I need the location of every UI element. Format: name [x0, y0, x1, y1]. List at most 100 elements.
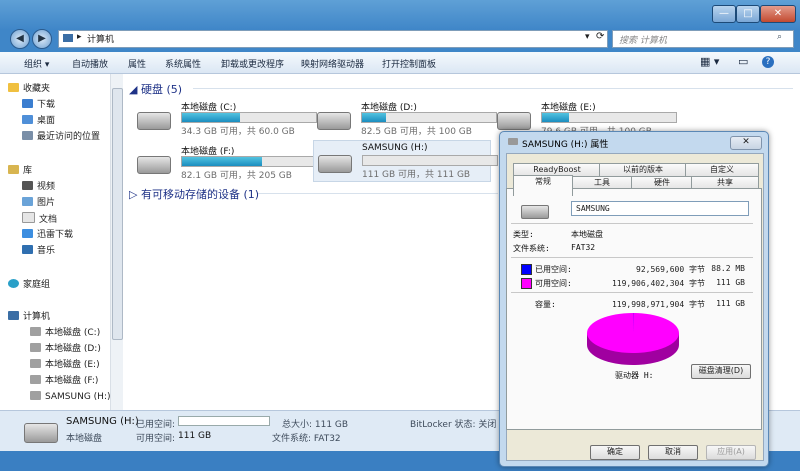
desktop-icon [22, 115, 33, 124]
windows-drive-icon [137, 112, 171, 130]
drive-c[interactable]: 本地磁盘 (C:) 34.3 GB 可用，共 60.0 GB [133, 98, 317, 138]
drive-title-icon [508, 138, 518, 145]
drive-h[interactable]: SAMSUNG (H:) 111 GB 可用，共 111 GB [313, 140, 498, 182]
usage-bar [361, 112, 497, 123]
file-system-label: 文件系统: [513, 244, 550, 253]
used-space-size: 88.2 MB [711, 264, 745, 273]
minimize-button[interactable]: — [712, 5, 736, 23]
search-icon[interactable]: ⌕ [777, 32, 782, 42]
sidebar-item-drive-e[interactable]: 本地磁盘 (E:) [30, 358, 100, 372]
back-button[interactable]: ◀ [10, 29, 30, 49]
forward-button[interactable]: ▶ [32, 29, 52, 49]
search-input[interactable]: 搜索 计算机 ⌕ [612, 30, 794, 48]
separator [511, 257, 753, 258]
details-total-size: 总大小: 111 GB [282, 420, 349, 430]
expand-arrow-icon: ▷ [129, 188, 138, 201]
capacity-size: 111 GB [716, 299, 745, 308]
maximize-button[interactable]: □ [736, 5, 760, 23]
sidebar-item-drive-c[interactable]: 本地磁盘 (C:) [30, 326, 100, 340]
details-drive-name: SAMSUNG (H:) [66, 416, 139, 427]
details-file-system: 文件系统: FAT32 [272, 434, 341, 444]
sidebar-item-pictures[interactable]: 图片 [22, 196, 55, 210]
refresh-icon[interactable]: ⟳ [596, 31, 604, 42]
drive-letter-label: 驱动器 H: [615, 371, 654, 380]
address-bar[interactable]: ▸ 计算机 ▾ ⟳ [58, 30, 608, 48]
documents-icon [22, 212, 35, 223]
tab-general[interactable]: 常规 [513, 175, 573, 196]
drive-info: 34.3 GB 可用，共 60.0 GB [181, 127, 295, 137]
organize-button[interactable]: 组织 ▾ [24, 57, 49, 70]
navigation-scrollbar[interactable] [110, 74, 123, 410]
sidebar-libraries[interactable]: 库 [8, 164, 32, 178]
sidebar-homegroup[interactable]: 家庭组 [8, 278, 50, 292]
details-used-label: 已用空间: [136, 420, 176, 430]
properties-button[interactable]: 属性 [128, 57, 146, 70]
disk-usage-pie [587, 312, 679, 365]
open-control-panel-button[interactable]: 打开控制面板 [382, 57, 436, 70]
system-properties-button[interactable]: 系统属性 [165, 57, 201, 70]
search-placeholder: 搜索 计算机 [619, 36, 667, 46]
help-icon[interactable]: ? [762, 56, 774, 68]
usage-fill [542, 113, 569, 122]
volume-label-text: SAMSUNG [576, 204, 610, 213]
apply-button[interactable]: 应用(A) [706, 445, 756, 460]
dialog-close-button[interactable]: ✕ [730, 136, 762, 150]
pictures-icon [22, 197, 33, 206]
close-button[interactable]: ✕ [760, 5, 796, 23]
computer-icon [63, 34, 73, 42]
hard-drive-icon [30, 375, 41, 384]
address-separator-icon: ▸ [77, 32, 82, 42]
hdd-group-header[interactable]: ◢ 硬盘 (5) [129, 81, 182, 97]
usage-bar [362, 155, 498, 166]
free-space-bytes: 119,906,402,304 字节 [611, 279, 705, 288]
sidebar-item-recent[interactable]: 最近访问的位置 [22, 130, 100, 144]
drive-info: 82.1 GB 可用，共 205 GB [181, 171, 292, 181]
view-options-icon[interactable]: ▦ ▾ [700, 55, 719, 68]
sidebar-item-drive-d[interactable]: 本地磁盘 (D:) [30, 342, 101, 356]
sidebar-item-music[interactable]: 音乐 [22, 244, 55, 258]
preview-pane-icon[interactable]: ▭ [738, 55, 748, 68]
volume-label-input[interactable]: SAMSUNG [571, 201, 749, 216]
download-folder-icon [22, 229, 33, 238]
sidebar-item-drive-f[interactable]: 本地磁盘 (F:) [30, 374, 98, 388]
sidebar-item-documents[interactable]: 文档 [22, 212, 57, 226]
library-icon [8, 165, 19, 174]
cancel-button[interactable]: 取消 [648, 445, 698, 460]
tab-previous-versions[interactable]: 以前的版本 [599, 163, 687, 176]
separator [511, 223, 753, 224]
sidebar-item-videos[interactable]: 视频 [22, 180, 55, 194]
disk-cleanup-button[interactable]: 磁盘清理(D) [691, 364, 751, 379]
sidebar-item-xunlei[interactable]: 迅雷下载 [22, 228, 73, 242]
star-icon [8, 83, 19, 92]
tab-customize[interactable]: 自定义 [685, 163, 759, 176]
hard-drive-icon [30, 327, 41, 336]
sidebar-item-downloads[interactable]: 下载 [22, 98, 55, 112]
sidebar-item-desktop[interactable]: 桌面 [22, 114, 55, 128]
scrollbar-thumb[interactable] [112, 88, 123, 340]
hard-drive-icon [30, 391, 41, 400]
removable-group-header[interactable]: ▷ 有可移动存储的设备 (1) [129, 186, 259, 202]
address-text: 计算机 [87, 35, 115, 45]
uninstall-program-button[interactable]: 卸载或更改程序 [221, 57, 284, 70]
sidebar-item-drive-h[interactable]: SAMSUNG (H:) [30, 390, 111, 404]
file-system-value: FAT32 [571, 243, 596, 252]
autoplay-button[interactable]: 自动播放 [72, 57, 108, 70]
sidebar-computer[interactable]: 计算机 [8, 310, 50, 324]
used-space-label: 已用空间: [535, 265, 572, 274]
hard-drive-icon [497, 112, 531, 130]
video-icon [22, 181, 33, 190]
command-bar: 组织 ▾ 自动播放 属性 系统属性 卸载或更改程序 映射网络驱动器 打开控制面板… [0, 52, 800, 74]
sidebar-favorites[interactable]: 收藏夹 [8, 82, 50, 96]
drive-f[interactable]: 本地磁盘 (F:) 82.1 GB 可用，共 205 GB [133, 142, 317, 182]
title-bar[interactable]: — □ ✕ [0, 0, 800, 24]
capacity-bytes: 119,998,971,904 字节 [611, 300, 705, 309]
type-value: 本地磁盘 [571, 230, 603, 239]
map-network-drive-button[interactable]: 映射网络驱动器 [301, 57, 364, 70]
ok-button[interactable]: 确定 [590, 445, 640, 460]
drive-d[interactable]: 本地磁盘 (D:) 82.5 GB 可用，共 100 GB [313, 98, 497, 138]
details-bitlocker-status: BitLocker 状态: 关闭 [410, 420, 497, 430]
dropdown-arrow-icon[interactable]: ▾ [585, 32, 590, 42]
details-free-value: 111 GB [178, 431, 212, 441]
address-row: ◀ ▶ ▸ 计算机 ▾ ⟳ 搜索 计算机 ⌕ [0, 26, 800, 50]
used-space-bytes: 92,569,600 字节 [636, 265, 705, 274]
